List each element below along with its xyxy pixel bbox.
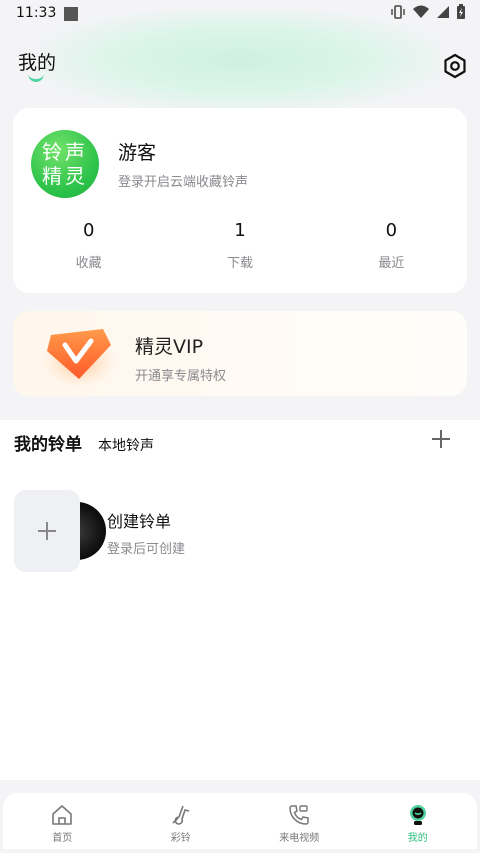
page-title: 我的: [18, 52, 57, 74]
settings-icon: [444, 53, 466, 79]
create-playlist-subtitle: 登录后可创建: [107, 542, 186, 557]
plus-icon: [38, 522, 56, 540]
stat-favorites[interactable]: 0 收藏: [13, 220, 164, 271]
login-prompt[interactable]: 登录开启云端收藏铃声: [118, 171, 248, 190]
battery-icon: [457, 4, 465, 19]
call-video-icon: [289, 805, 309, 825]
stat-label: 收藏: [75, 256, 102, 271]
tab-local-ringtones[interactable]: 本地铃声: [98, 435, 154, 455]
vip-title: 精灵VIP: [135, 336, 204, 358]
stat-label: 下载: [226, 256, 253, 271]
status-icons: [390, 4, 466, 20]
add-playlist-button[interactable]: [430, 428, 452, 450]
stat-value: 0: [385, 220, 398, 241]
signal-icon: [437, 6, 449, 18]
profile-card[interactable]: 铃声 精灵 游客 登录开启云端收藏铃声 0 收藏 1 下载 0 最近: [13, 108, 467, 293]
vip-card[interactable]: 精灵VIP 开通享专属特权: [13, 311, 467, 396]
stat-value: 1: [234, 220, 246, 241]
stats-row: 0 收藏 1 下载 0 最近: [13, 220, 467, 271]
status-bar: 11:33: [0, 0, 480, 28]
create-playlist-item[interactable]: 创建铃单 登录后可创建: [14, 490, 454, 572]
nav-label: 首页: [52, 833, 73, 844]
bottom-nav: 首页 彩铃 来电视频 我的: [3, 793, 477, 849]
avatar[interactable]: 铃声 精灵: [31, 130, 99, 198]
nav-call-video[interactable]: 来电视频: [240, 793, 359, 849]
stat-label: 最近: [378, 256, 405, 271]
create-playlist-tile[interactable]: [14, 490, 80, 572]
avatar-text-line1: 铃声: [42, 140, 88, 164]
status-time: 11:33: [16, 5, 57, 21]
playlist-tabs: 我的铃单 本地铃声: [14, 430, 154, 455]
plus-icon: [432, 430, 450, 448]
stat-recent[interactable]: 0 最近: [316, 220, 467, 271]
username[interactable]: 游客: [118, 138, 156, 165]
vip-subtitle: 开通享专属特权: [135, 369, 227, 384]
vibrate-icon: [391, 5, 405, 19]
settings-button[interactable]: [442, 53, 468, 79]
tab-my-playlists[interactable]: 我的铃单: [14, 430, 82, 455]
nav-label: 我的: [407, 833, 428, 844]
vip-diamond-icon: [41, 329, 117, 386]
notification-icon: [64, 7, 78, 21]
home-icon: [52, 805, 73, 825]
stat-value: 0: [82, 220, 95, 241]
nav-ringtones[interactable]: 彩铃: [122, 793, 241, 849]
create-playlist-title: 创建铃单: [107, 512, 172, 531]
nav-home[interactable]: 首页: [3, 793, 122, 849]
nav-label: 来电视频: [279, 833, 320, 844]
nav-label: 彩铃: [170, 833, 191, 844]
nav-profile[interactable]: 我的: [359, 793, 478, 849]
stat-downloads[interactable]: 1 下载: [164, 220, 315, 271]
avatar-text-line2: 精灵: [42, 164, 88, 188]
profile-icon: [409, 805, 426, 825]
playlist-section: [0, 420, 480, 780]
ringtone-icon: [172, 805, 189, 825]
wifi-icon: [413, 5, 429, 18]
